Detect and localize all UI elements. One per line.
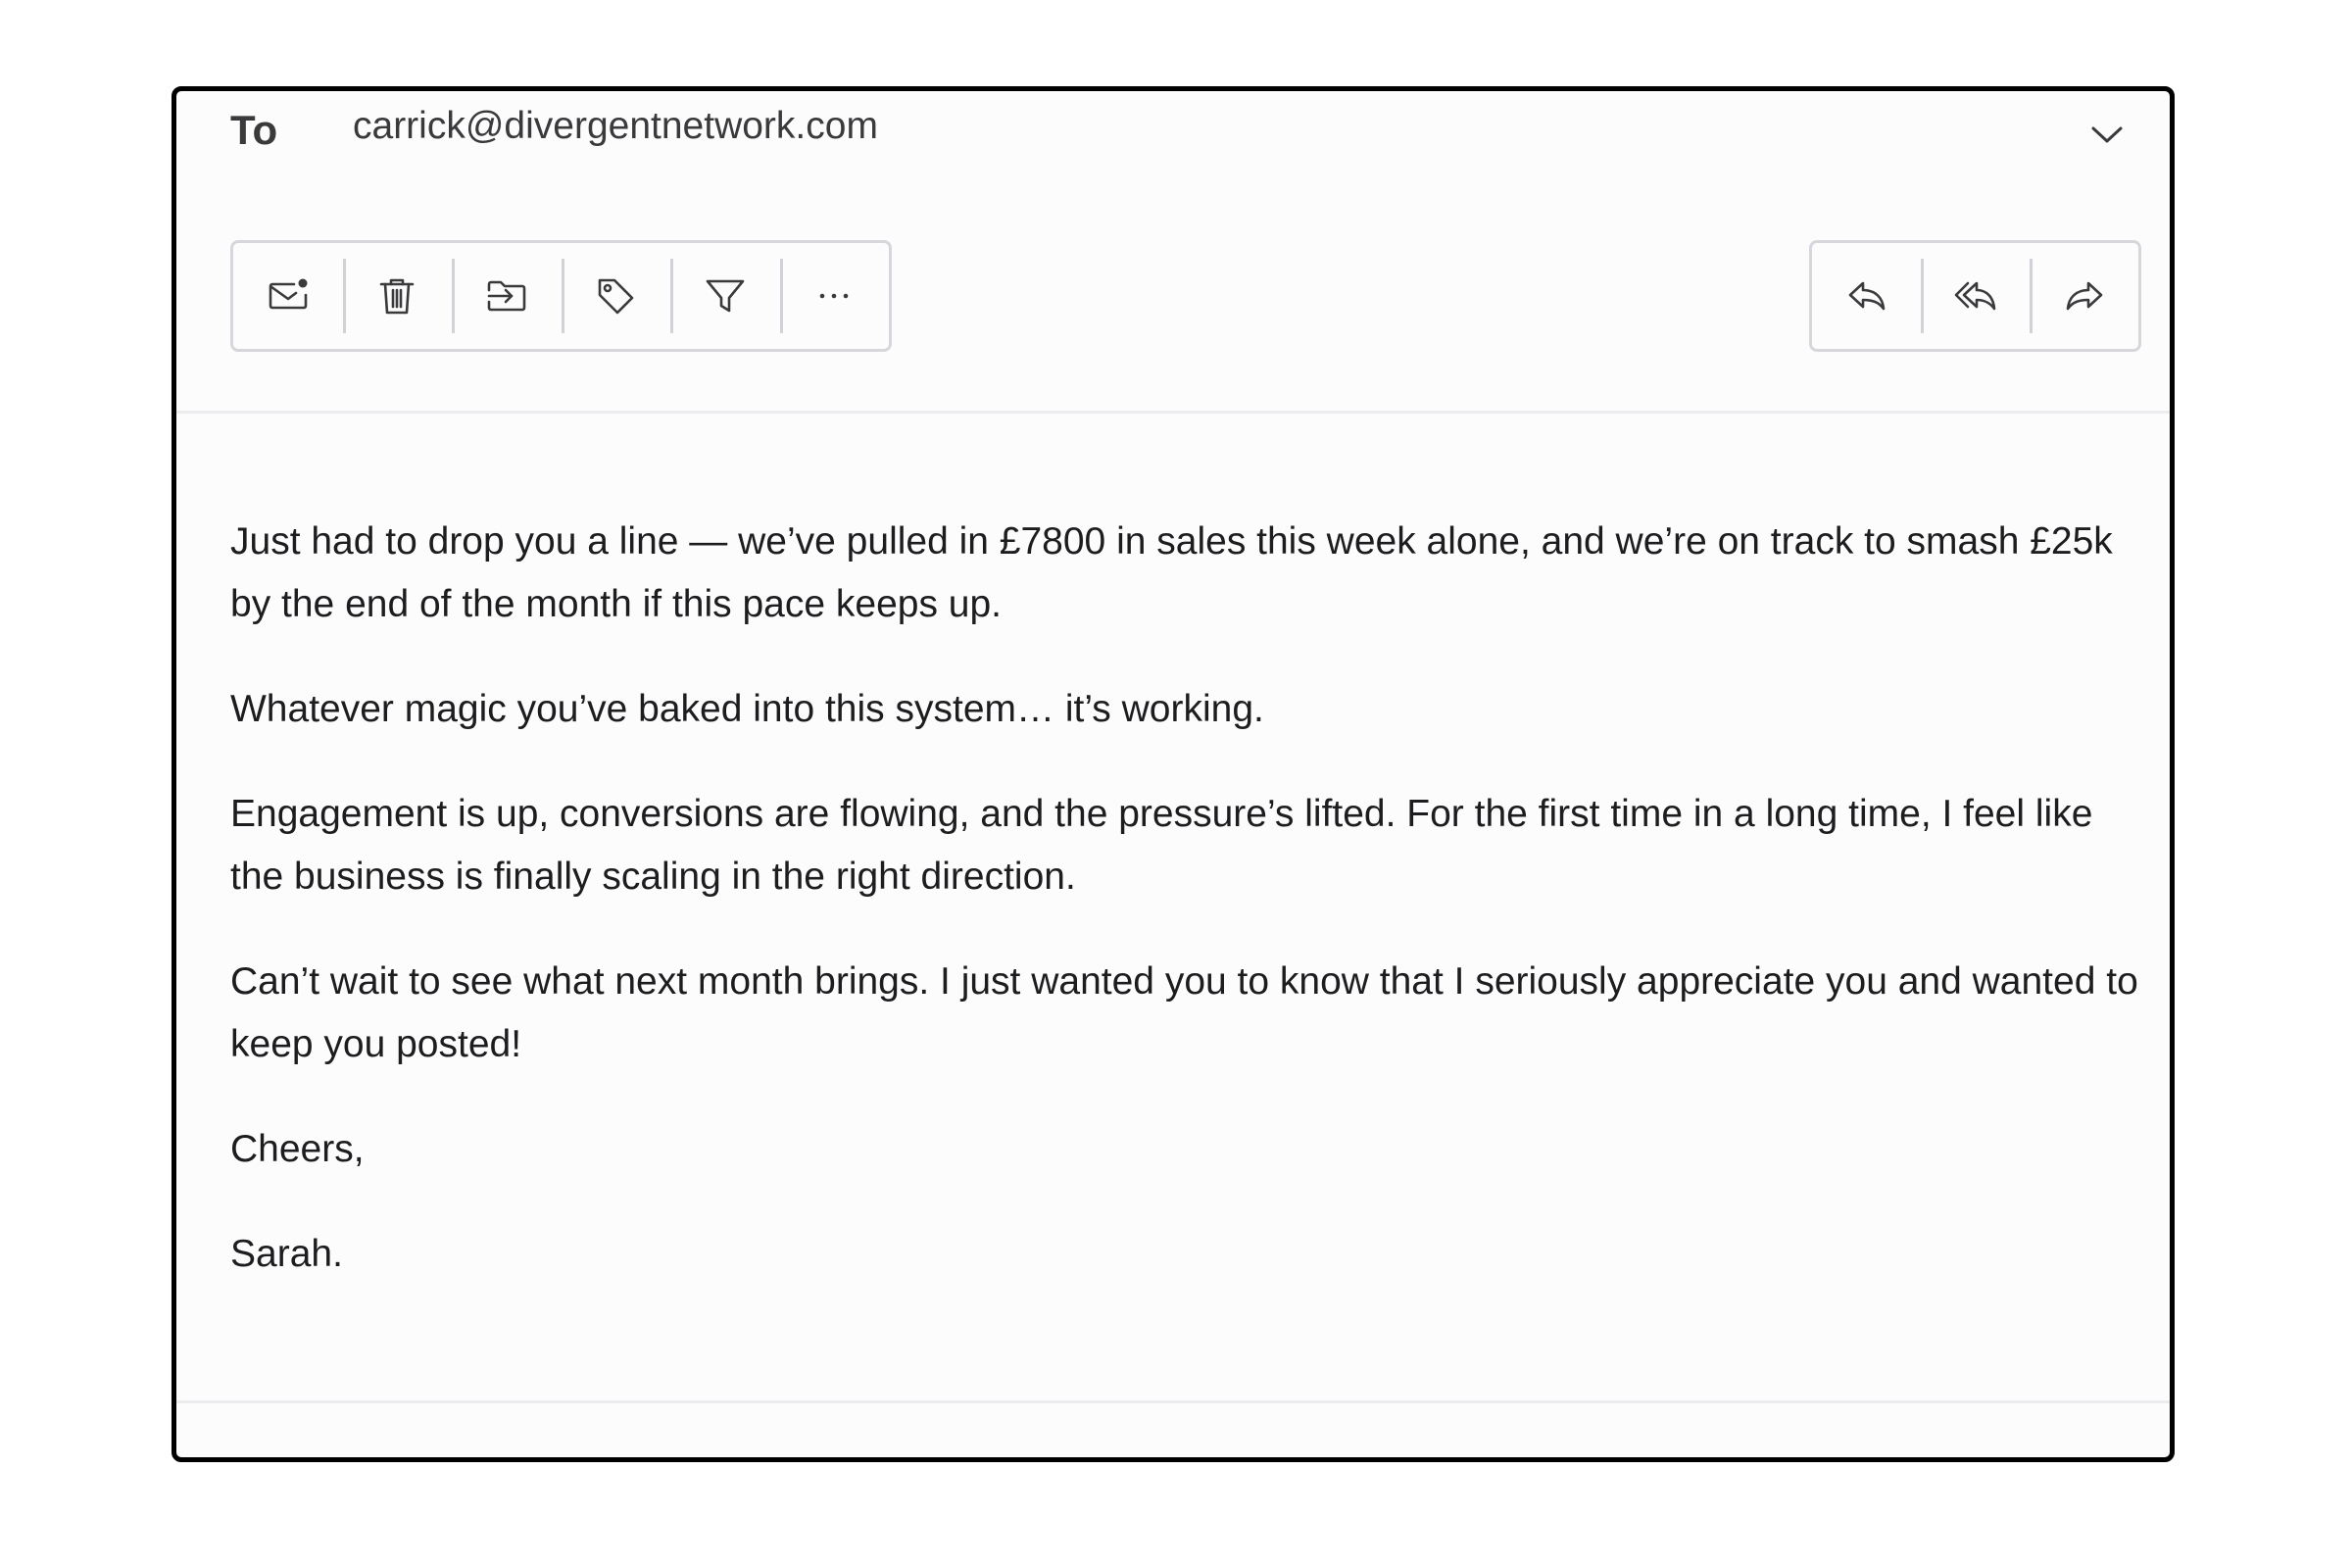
tag-icon [598, 278, 634, 315]
reply-actions-toolbar [1809, 240, 2141, 352]
message-actions-toolbar [230, 240, 892, 352]
message-body: Just had to drop you a line — we’ve pull… [230, 511, 2141, 1328]
reply-icon [1848, 281, 1885, 311]
chevron-down-icon[interactable] [2085, 113, 2129, 156]
filter-icon [706, 279, 745, 313]
forward-icon [2066, 281, 2102, 311]
reply-all-button[interactable] [1921, 243, 2030, 349]
body-paragraph: Whatever magic you’ve baked into this sy… [230, 688, 1264, 730]
mail-unread-icon [269, 278, 308, 310]
more-button[interactable] [779, 243, 890, 349]
header-divider [176, 411, 2170, 414]
reply-button[interactable] [1812, 243, 1921, 349]
body-paragraph: Can’t wait to see what next month brings… [230, 960, 2138, 1065]
recipient-address[interactable]: carrick@divergentnetwork.com [353, 105, 878, 148]
forward-button[interactable] [2030, 243, 2138, 349]
filter-button[interactable] [670, 243, 780, 349]
body-paragraph: Engagement is up, conversions are flowin… [230, 793, 2093, 898]
delete-button[interactable] [342, 243, 453, 349]
body-paragraph: Just had to drop you a line — we’ve pull… [230, 520, 2113, 625]
to-label: To [230, 107, 278, 153]
signature: Sarah. [230, 1233, 343, 1275]
footer-divider [176, 1400, 2170, 1403]
move-to-folder-icon [487, 280, 526, 312]
trash-icon [379, 278, 415, 315]
more-icon [819, 293, 849, 299]
reply-all-icon [1954, 281, 1995, 311]
mark-unread-button[interactable] [233, 243, 343, 349]
email-window: To carrick@divergentnetwork.com Just had… [172, 86, 2175, 1462]
sign-off: Cheers, [230, 1128, 365, 1170]
tag-button[interactable] [561, 243, 671, 349]
move-button[interactable] [452, 243, 562, 349]
recipient-row: To carrick@divergentnetwork.com [176, 91, 2170, 209]
